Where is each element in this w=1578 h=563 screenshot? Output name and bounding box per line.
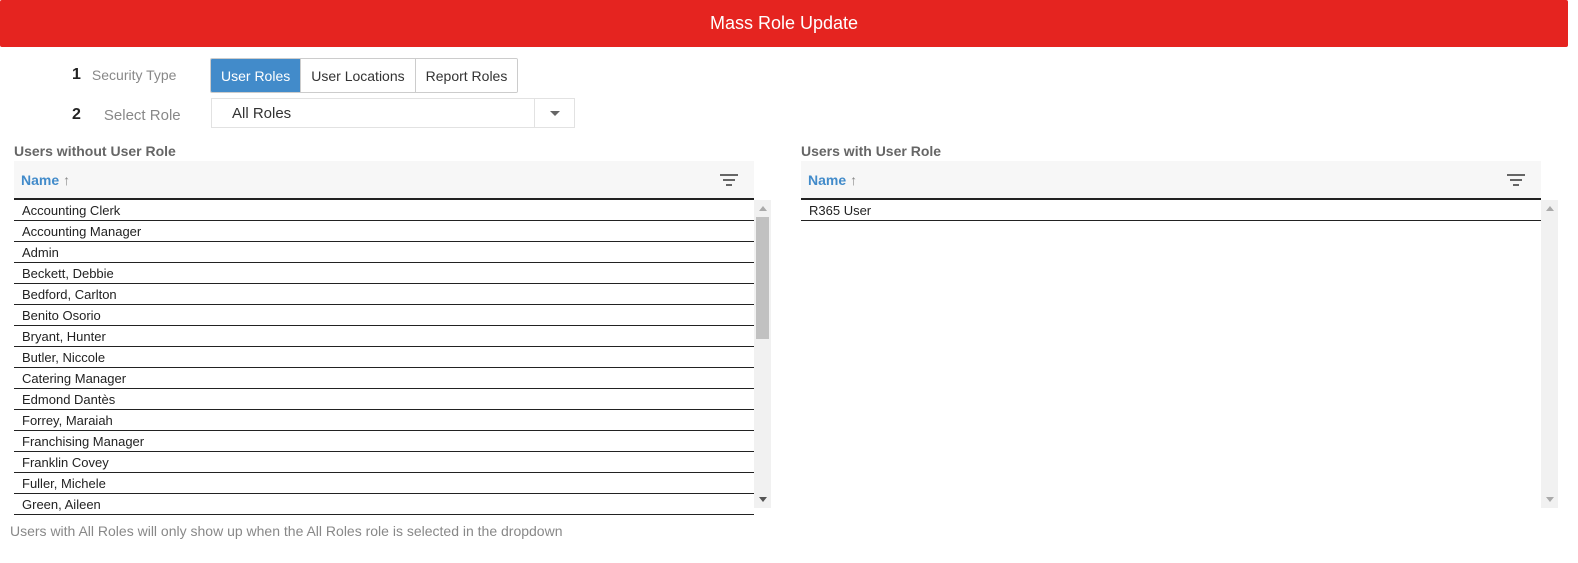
name-column-header[interactable]: Name ↑: [21, 172, 70, 188]
table-row[interactable]: Edmond Dantès: [14, 389, 754, 410]
table-row[interactable]: Green, Aileen: [14, 494, 754, 515]
column-label: Name: [21, 171, 60, 188]
scrollbar-thumb[interactable]: [756, 217, 769, 339]
arrow-up-icon: ↑: [63, 171, 71, 188]
left-panel-title: Users without User Role: [14, 143, 176, 159]
page-header: Mass Role Update: [0, 0, 1568, 47]
role-dropdown[interactable]: All Roles: [211, 98, 575, 128]
security-type-toggle: User Roles User Locations Report Roles: [210, 58, 519, 93]
table-row[interactable]: Catering Manager: [14, 368, 754, 389]
table-row[interactable]: Bryant, Hunter: [14, 326, 754, 347]
table-row[interactable]: Bedford, Carlton: [14, 284, 754, 305]
users-without-role-grid: Name ↑ Accounting Clerk Accounting Manage…: [14, 161, 771, 515]
grid-body: R365 User: [801, 200, 1558, 508]
grid-body: Accounting Clerk Accounting Manager Admin B…: [14, 200, 771, 515]
table-row[interactable]: Benito Osorio: [14, 305, 754, 326]
step-label: Security Type: [91, 67, 177, 83]
vertical-scrollbar[interactable]: [754, 200, 771, 508]
report-roles-button[interactable]: Report Roles: [415, 59, 518, 92]
step-number: 2: [72, 106, 81, 123]
table-row[interactable]: Beckett, Debbie: [14, 263, 754, 284]
filter-icon[interactable]: [720, 173, 738, 186]
user-roles-button[interactable]: User Roles: [211, 59, 302, 92]
scroll-down-icon[interactable]: [754, 491, 771, 508]
step-number: 1: [72, 66, 81, 83]
step-security-type: 1 Security Type: [72, 66, 176, 84]
grid-header: Name ↑: [14, 161, 754, 200]
step-label: Select Role: [103, 106, 181, 124]
role-dropdown-value: All Roles: [232, 104, 292, 122]
footnote: Users with All Roles will only show up w…: [10, 523, 563, 539]
table-row[interactable]: Accounting Clerk: [14, 200, 754, 221]
table-row[interactable]: Franchising Manager: [14, 431, 754, 452]
scroll-up-icon[interactable]: [754, 200, 771, 217]
page-title: Mass Role Update: [709, 13, 859, 33]
user-locations-button[interactable]: User Locations: [301, 59, 416, 92]
table-row[interactable]: Accounting Manager: [14, 221, 754, 242]
table-row[interactable]: Franklin Covey: [14, 452, 754, 473]
grid-rows: Accounting Clerk Accounting Manager Admin B…: [14, 200, 754, 515]
table-row[interactable]: Fuller, Michele: [14, 473, 754, 494]
name-column-header[interactable]: Name ↑: [808, 172, 857, 188]
step-select-role: 2 Select Role: [72, 106, 181, 124]
right-panel-title: Users with User Role: [801, 143, 942, 159]
table-row[interactable]: Admin: [14, 242, 754, 263]
caret-down-icon: [549, 110, 560, 116]
dropdown-button[interactable]: [534, 99, 574, 127]
arrow-up-icon: ↑: [850, 171, 858, 188]
users-with-role-grid: Name ↑ R365 User: [801, 161, 1558, 508]
grid-rows: R365 User: [801, 200, 1541, 508]
table-row[interactable]: Butler, Niccole: [14, 347, 754, 368]
scroll-down-icon[interactable]: [1541, 491, 1558, 508]
grid-header: Name ↑: [801, 161, 1541, 200]
table-row[interactable]: Forrey, Maraiah: [14, 410, 754, 431]
vertical-scrollbar[interactable]: [1541, 200, 1558, 508]
table-row[interactable]: R365 User: [801, 200, 1541, 221]
filter-icon[interactable]: [1507, 173, 1525, 186]
column-label: Name: [808, 171, 847, 188]
scroll-up-icon[interactable]: [1541, 200, 1558, 217]
